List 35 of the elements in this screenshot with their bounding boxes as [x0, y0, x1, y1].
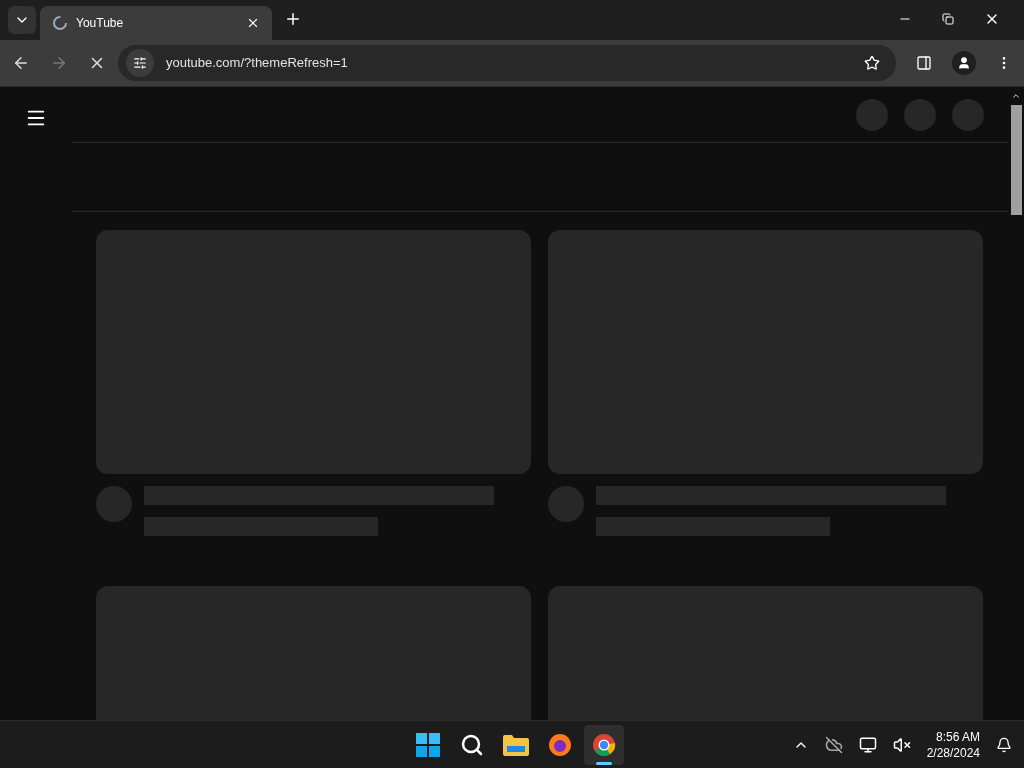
profile-icon[interactable] [952, 51, 976, 75]
back-icon[interactable] [12, 54, 30, 72]
avatar-placeholder [548, 486, 584, 522]
muted-speaker-icon[interactable] [892, 735, 911, 754]
site-settings-icon[interactable] [133, 56, 147, 70]
close-icon[interactable] [246, 16, 260, 30]
new-tab-icon[interactable] [284, 10, 302, 28]
avatar-placeholder [96, 486, 132, 522]
browser-circle-icon [592, 732, 617, 757]
icon-placeholder [904, 98, 936, 131]
active-indicator [596, 761, 613, 765]
browser-tab[interactable]: YouTube [40, 6, 272, 40]
side-panel-icon[interactable] [916, 55, 932, 71]
restore-icon[interactable] [942, 13, 954, 25]
scroll-up-icon[interactable] [1011, 91, 1021, 101]
icon-placeholder [856, 98, 888, 131]
notification-bell-icon[interactable] [996, 736, 1012, 753]
windows-logo-icon [416, 732, 441, 757]
network-icon[interactable] [858, 735, 877, 754]
search-icon [460, 732, 485, 757]
scrollbar-thumb[interactable] [1010, 105, 1022, 215]
browser-globe-icon [548, 732, 573, 757]
clock-date[interactable]: 2/28/2024 [926, 744, 980, 761]
folder-icon [503, 733, 530, 756]
address-bar[interactable]: youtube.com/?themeRefresh=1 [118, 45, 896, 81]
taskbar-button[interactable] [584, 724, 625, 765]
url-text: youtube.com/?themeRefresh=1 [166, 54, 349, 73]
tab-list-button[interactable] [8, 6, 36, 34]
bookmark-star-icon[interactable] [864, 55, 880, 71]
cloud-off-icon[interactable] [824, 735, 843, 754]
loading-spinner-icon [52, 15, 68, 31]
tab-title: YouTube [76, 15, 125, 32]
forward-icon[interactable] [50, 54, 68, 72]
clock-time[interactable]: 8:56 AM [936, 728, 980, 745]
icon-placeholder [952, 98, 984, 131]
